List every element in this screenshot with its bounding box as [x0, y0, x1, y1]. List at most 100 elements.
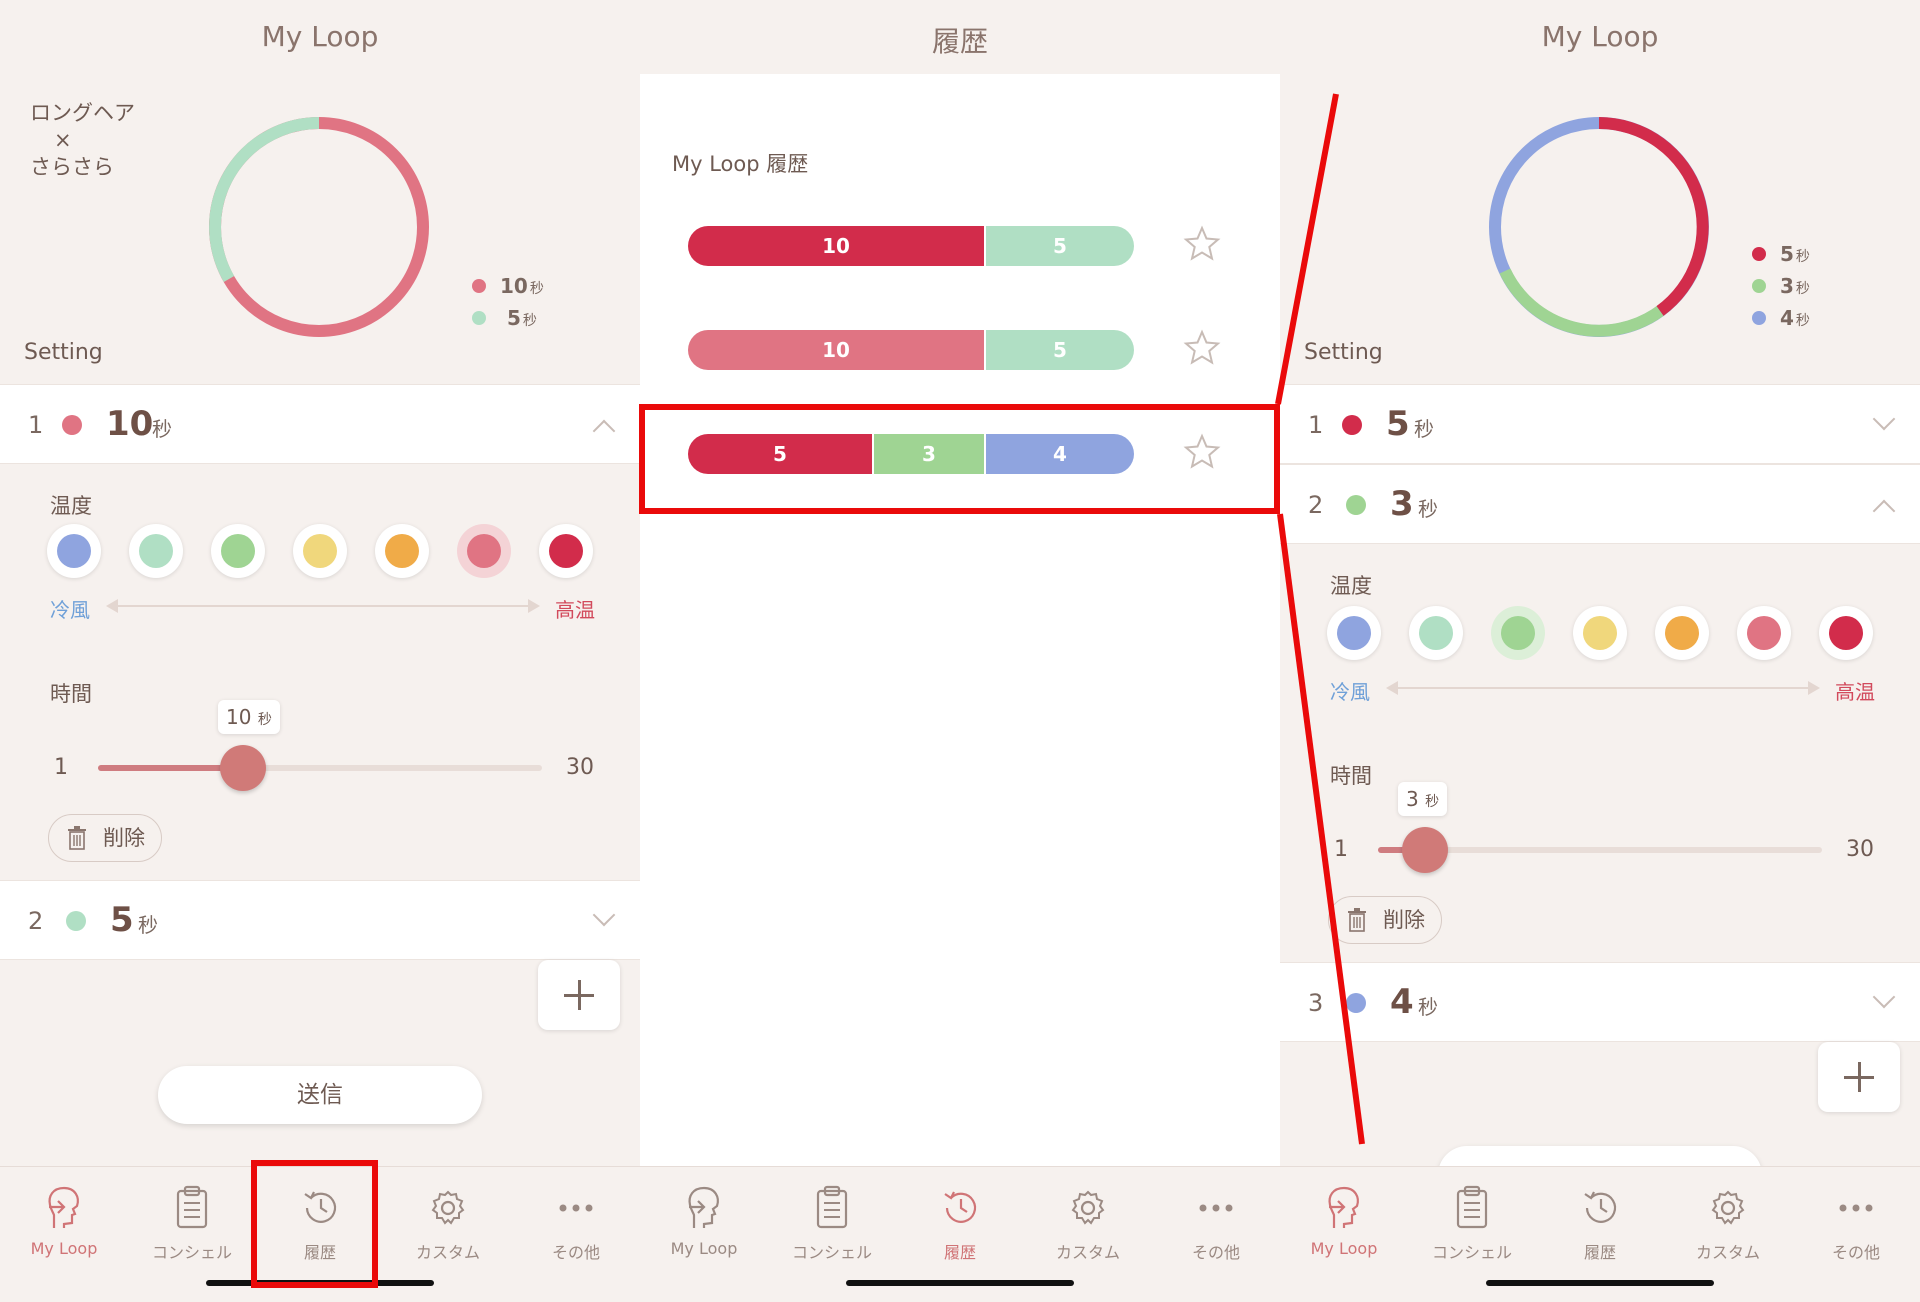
chevron-down-icon[interactable]: [1872, 985, 1896, 1009]
chevron-up-icon[interactable]: [1872, 499, 1896, 523]
arrow-right-icon: [1808, 681, 1820, 695]
time-label: 時間: [50, 682, 92, 706]
tab-history[interactable]: 履歴: [1536, 1175, 1664, 1275]
preset-name-times: ×: [54, 128, 72, 152]
legend-dot: [472, 278, 486, 293]
step-row-1[interactable]: 1 10 秒: [0, 384, 640, 464]
temp-swatch-yellow[interactable]: [1573, 606, 1627, 660]
tab-label: その他: [1191, 1243, 1240, 1262]
tab-label: My Loop: [670, 1239, 738, 1258]
step-row-1[interactable]: 1 5 秒: [1280, 384, 1920, 464]
temperature-label: 温度: [1330, 574, 1372, 598]
tab-label: My Loop: [1310, 1239, 1378, 1258]
tab-custom[interactable]: カスタム: [1664, 1175, 1792, 1275]
step-number: 2: [1308, 491, 1324, 519]
history-segment: 10: [688, 330, 986, 370]
tab-my-loop[interactable]: My Loop: [1280, 1175, 1408, 1275]
history-segment: 5: [986, 226, 1134, 266]
step-duration: 5: [1386, 404, 1410, 444]
slider-min-label: 1: [1334, 837, 1348, 862]
chevron-down-icon[interactable]: [1872, 407, 1896, 431]
chevron-down-icon[interactable]: [592, 903, 616, 927]
temp-swatch-yellow[interactable]: [293, 524, 347, 578]
trash-icon: [1348, 908, 1366, 932]
my-loop-head-icon: [48, 1186, 79, 1228]
legend-item-2: 3秒: [1752, 274, 1810, 298]
home-indicator: [1486, 1280, 1714, 1286]
temp-swatch-crimson[interactable]: [1819, 606, 1873, 660]
time-slider-thumb[interactable]: [1402, 827, 1448, 873]
home-indicator: [846, 1280, 1074, 1286]
delete-button[interactable]: 削除: [48, 814, 162, 862]
temp-swatch-green[interactable]: [211, 524, 265, 578]
step-row-2[interactable]: 2 5 秒: [0, 880, 640, 960]
cold-label: 冷風: [1330, 680, 1370, 704]
tab-custom[interactable]: カスタム: [1024, 1175, 1152, 1275]
loop-donut-chart: [1489, 117, 1709, 337]
tab-concierge[interactable]: コンシェル: [1408, 1175, 1536, 1275]
add-step-button[interactable]: [538, 960, 620, 1030]
time-label: 時間: [1330, 764, 1372, 788]
page-title: 履歴: [931, 25, 988, 58]
page-title: My Loop: [1541, 20, 1659, 53]
step-unit: 秒: [1418, 995, 1438, 1019]
step-number: 1: [1308, 411, 1324, 439]
tab-label: コンシェル: [791, 1243, 872, 1262]
temp-swatch-cold-blue[interactable]: [1327, 606, 1381, 660]
temp-swatch-pink[interactable]: [1737, 606, 1791, 660]
tab-label: カスタム: [1055, 1243, 1120, 1262]
history-card: My Loop 履歴 10 5 10 5 5 3 4: [640, 74, 1280, 1166]
temp-scale-line: [112, 605, 530, 607]
step-row-3[interactable]: 3 4 秒: [1280, 962, 1920, 1042]
chevron-up-icon[interactable]: [592, 419, 616, 443]
trash-icon: [68, 826, 86, 850]
arrow-right-icon: [528, 599, 540, 613]
legend-item-1: 5秒: [1752, 242, 1810, 266]
slider-max-label: 30: [1846, 837, 1874, 862]
tab-label: コンシェル: [1431, 1243, 1512, 1262]
tab-my-loop[interactable]: My Loop: [0, 1175, 128, 1275]
step-color-dot: [1346, 993, 1366, 1013]
delete-button[interactable]: 削除: [1328, 896, 1442, 944]
history-item-1[interactable]: 10 5: [688, 226, 1134, 266]
temp-swatch-green-selected[interactable]: [1491, 606, 1545, 660]
tab-other[interactable]: その他: [1792, 1175, 1920, 1275]
tab-other[interactable]: その他: [1152, 1175, 1280, 1275]
tab-concierge[interactable]: コンシェル: [128, 1175, 256, 1275]
step-number: 1: [28, 411, 44, 439]
star-icon[interactable]: [1183, 329, 1221, 367]
step-number: 3: [1308, 989, 1324, 1017]
page-title: My Loop: [261, 20, 379, 53]
clipboard-icon: [176, 1185, 208, 1229]
tab-concierge[interactable]: コンシェル: [768, 1175, 896, 1275]
annotation-highlight-history-tab: [251, 1160, 378, 1288]
my-loop-screen-right: My Loop 5秒 3秒 4秒 Setting 1 5 秒 2 3 秒 温度 …: [1280, 0, 1920, 1302]
gear-icon: [1711, 1190, 1745, 1225]
star-icon[interactable]: [1183, 225, 1221, 263]
time-slider-thumb[interactable]: [220, 745, 266, 791]
send-button[interactable]: 送信: [158, 1066, 482, 1124]
temp-swatch-mint[interactable]: [129, 524, 183, 578]
tab-custom[interactable]: カスタム: [384, 1175, 512, 1275]
step-row-2[interactable]: 2 3 秒: [1280, 464, 1920, 544]
tab-my-loop[interactable]: My Loop: [640, 1175, 768, 1275]
temp-swatch-mint[interactable]: [1409, 606, 1463, 660]
step-unit: 秒: [152, 417, 172, 441]
step-duration: 4: [1390, 982, 1414, 1022]
setting-label: Setting: [1304, 340, 1383, 365]
clipboard-icon: [816, 1185, 848, 1229]
history-item-2[interactable]: 10 5: [688, 330, 1134, 370]
temp-swatch-orange[interactable]: [1655, 606, 1709, 660]
temp-swatch-crimson[interactable]: [539, 524, 593, 578]
step-duration: 10: [106, 404, 154, 444]
temp-swatch-orange[interactable]: [375, 524, 429, 578]
tab-label: その他: [1831, 1243, 1880, 1262]
tab-other[interactable]: その他: [512, 1175, 640, 1275]
temp-swatch-pink-selected[interactable]: [457, 524, 511, 578]
add-step-button[interactable]: [1818, 1042, 1900, 1112]
legend-dot: [1752, 278, 1766, 293]
temp-swatch-cold-blue[interactable]: [47, 524, 101, 578]
history-clock-icon: [944, 1191, 977, 1223]
tab-history[interactable]: 履歴: [896, 1175, 1024, 1275]
preset-name-line-1: ロングヘア: [30, 101, 135, 125]
